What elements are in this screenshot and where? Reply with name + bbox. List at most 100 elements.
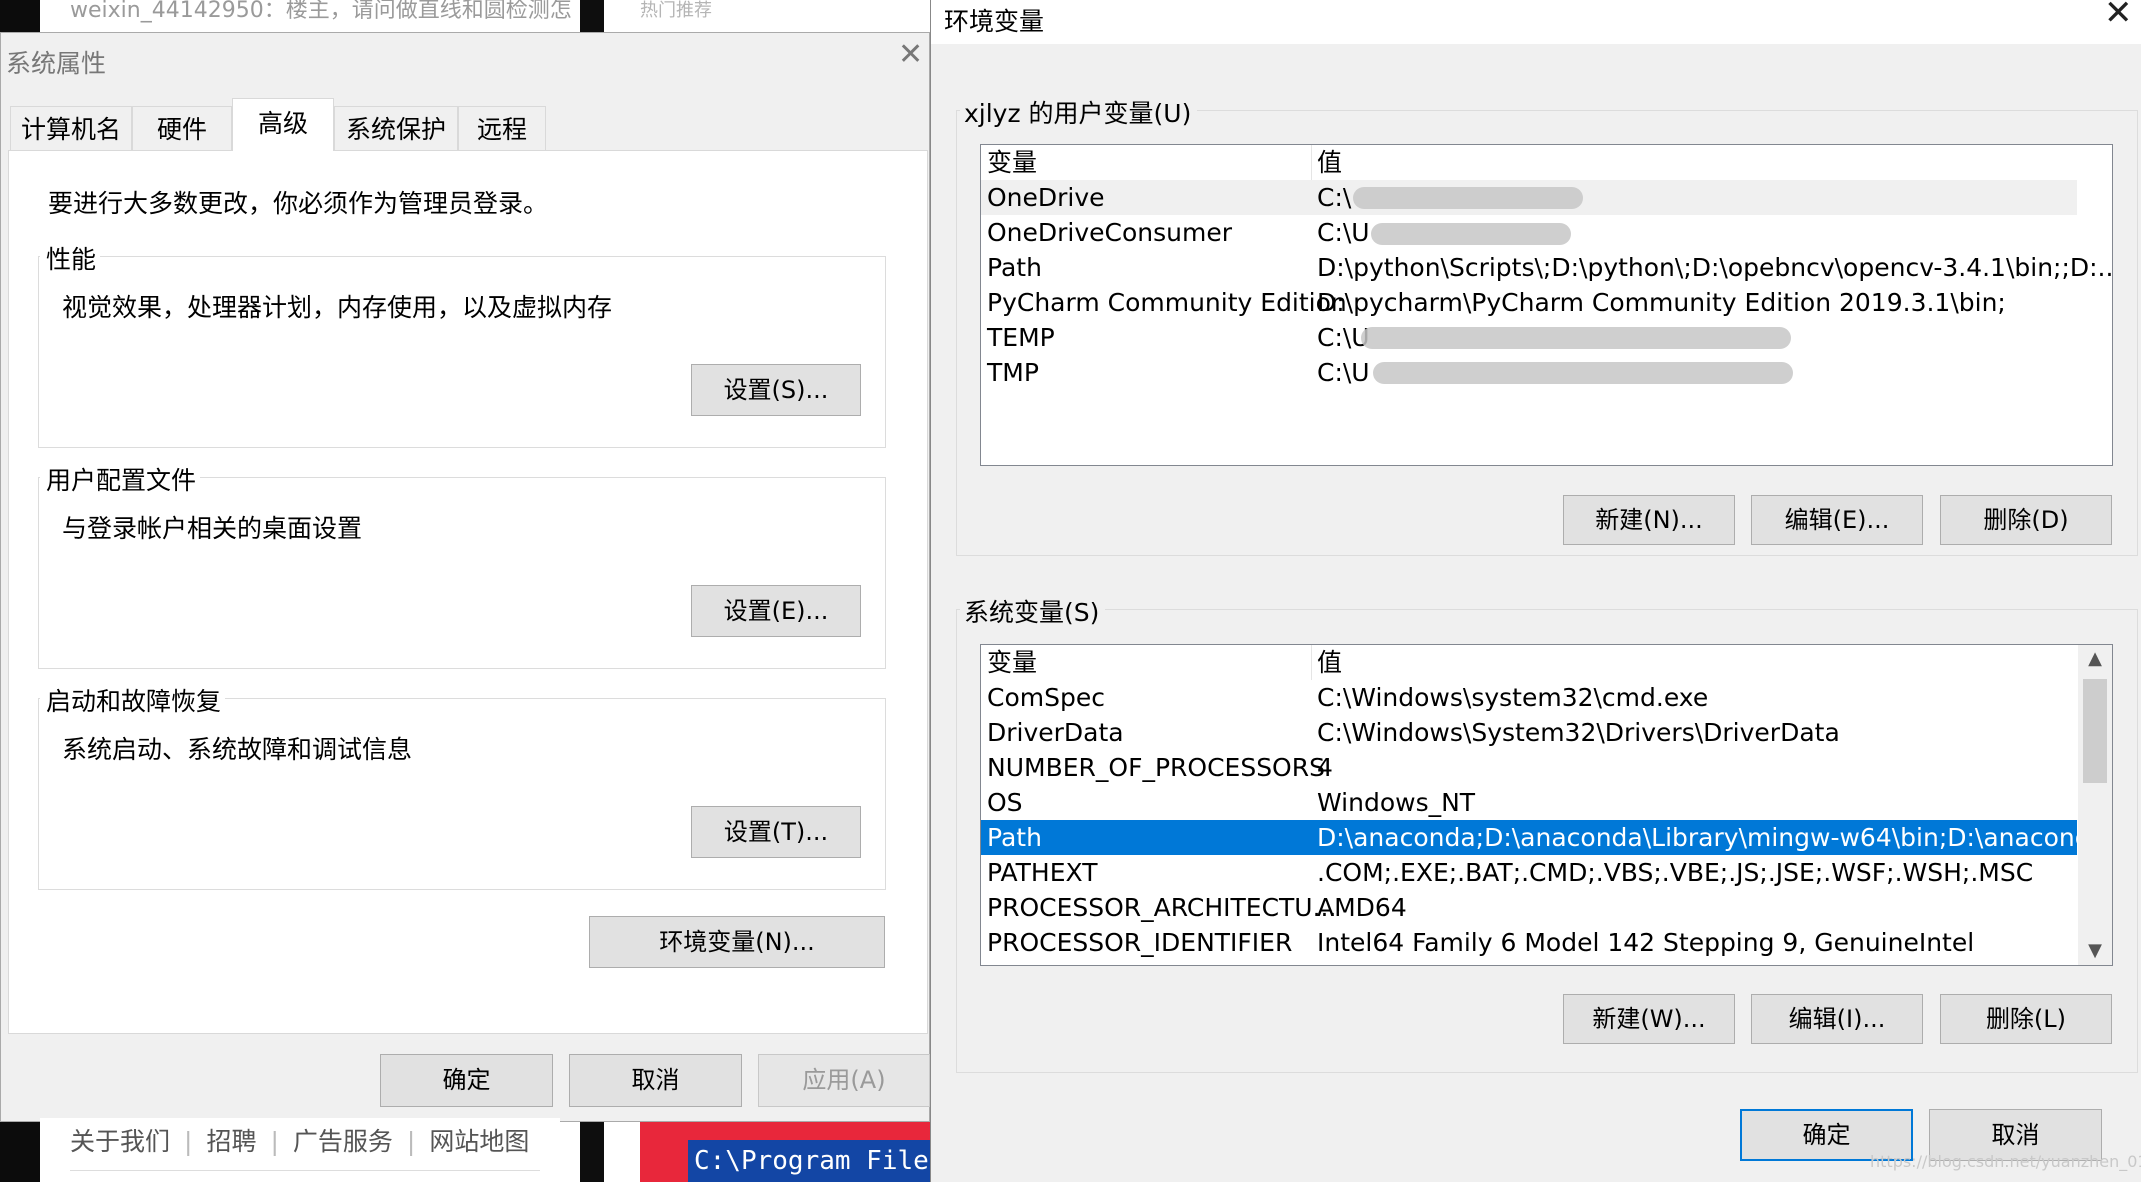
variable-name: PyCharm Community Edition <box>987 285 1347 320</box>
list-item[interactable]: PATHEXT .COM;.EXE;.BAT;.CMD;.VBS;.VBE;.J… <box>981 855 2077 890</box>
list-item[interactable]: TMP C:\U <box>981 355 2077 390</box>
footer-link[interactable]: 关于我们 <box>70 1127 170 1156</box>
scroll-up-icon[interactable]: ▲ <box>2078 645 2112 673</box>
cancel-button[interactable]: 取消 <box>569 1054 742 1107</box>
footer-divider <box>70 1170 540 1171</box>
user-variables-list[interactable]: 变量 值 OneDrive C:\ OneDriveConsumer C:\U … <box>980 144 2113 466</box>
performance-group <box>38 256 886 448</box>
startup-recovery-settings-button[interactable]: 设置(T)... <box>691 806 861 858</box>
background-console-text: C:\Program Files\N <box>688 1140 948 1182</box>
variable-name: PATHEXT <box>987 855 1097 890</box>
system-variables-list[interactable]: 变量 值 ComSpec C:\Windows\system32\cmd.exe… <box>980 644 2113 966</box>
system-delete-button[interactable]: 删除(L) <box>1940 994 2112 1044</box>
user-delete-button[interactable]: 删除(D) <box>1940 495 2112 545</box>
list-header: 变量 值 <box>981 645 2077 680</box>
list-header: 变量 值 <box>981 145 2112 180</box>
footer-link[interactable]: 招聘 <box>206 1127 256 1156</box>
footer-links: 关于我们|招聘|广告服务|网站地图 <box>70 1122 529 1158</box>
column-header-name[interactable]: 变量 <box>987 645 1037 680</box>
variable-name: PROCESSOR_IDENTIFIER <box>987 925 1292 960</box>
variable-name: TMP <box>987 355 1039 390</box>
column-header-value[interactable]: 值 <box>1317 645 1342 680</box>
list-item[interactable]: PROCESSOR_ARCHITECTU... AMD64 <box>981 890 2077 925</box>
list-item-selected[interactable]: Path D:\anaconda;D:\anaconda\Library\min… <box>981 820 2077 855</box>
column-divider[interactable] <box>1311 145 1312 180</box>
redaction-blur <box>1373 362 1793 384</box>
group-label: 用户配置文件 <box>40 461 200 497</box>
background-footer: 关于我们|招聘|广告服务|网站地图 <box>40 1118 560 1182</box>
user-variables-label: xjlyz 的用户变量(U) <box>960 94 1197 130</box>
column-header-name[interactable]: 变量 <box>987 145 1037 180</box>
variable-value: C:\U <box>1317 215 1370 250</box>
variable-name: Path <box>987 820 1042 855</box>
user-profiles-settings-button[interactable]: 设置(E)... <box>691 585 861 637</box>
variable-name: ComSpec <box>987 680 1105 715</box>
variable-name: OS <box>987 785 1023 820</box>
dialog-title: 系统属性 <box>6 44 106 80</box>
list-item[interactable]: PROCESSOR_IDENTIFIER Intel64 Family 6 Mo… <box>981 925 2077 960</box>
variable-name: OneDrive <box>987 180 1105 215</box>
variable-name: TEMP <box>987 320 1055 355</box>
footer-link[interactable]: 网站地图 <box>429 1127 529 1156</box>
tab-computer-name[interactable]: 计算机名 <box>10 106 132 150</box>
list-item[interactable]: OS Windows_NT <box>981 785 2077 820</box>
redaction-blur <box>1353 187 1583 209</box>
list-item[interactable]: ComSpec C:\Windows\system32\cmd.exe <box>981 680 2077 715</box>
user-new-button[interactable]: 新建(N)... <box>1563 495 1735 545</box>
system-new-button[interactable]: 新建(W)... <box>1563 994 1735 1044</box>
environment-variables-button[interactable]: 环境变量(N)... <box>589 916 885 968</box>
group-description: 视觉效果，处理器计划，内存使用，以及虚拟内存 <box>62 288 612 324</box>
variable-value: D:\pycharm\PyCharm Community Edition 201… <box>1317 285 2006 320</box>
column-divider[interactable] <box>1311 645 1312 680</box>
variable-value: Intel64 Family 6 Model 142 Stepping 9, G… <box>1317 925 1974 960</box>
column-header-value[interactable]: 值 <box>1317 145 1342 180</box>
dialog-title: 环境变量 <box>944 2 1044 38</box>
variable-value: D:\anaconda;D:\anaconda\Library\mingw-w6… <box>1317 820 2113 855</box>
variable-value: .COM;.EXE;.BAT;.CMD;.VBS;.VBE;.JS;.JSE;.… <box>1317 855 2033 890</box>
tab-hardware[interactable]: 硬件 <box>132 106 232 150</box>
tab-system-protection[interactable]: 系统保护 <box>334 106 458 150</box>
list-item[interactable]: PyCharm Community Edition D:\pycharm\PyC… <box>981 285 2077 320</box>
variable-name: OneDriveConsumer <box>987 215 1232 250</box>
admin-notice: 要进行大多数更改，你必须作为管理员登录。 <box>48 184 548 220</box>
group-label: 性能 <box>40 240 100 276</box>
list-item[interactable]: Path D:\python\Scripts\;D:\python\;D:\op… <box>981 250 2077 285</box>
group-description: 与登录帐户相关的桌面设置 <box>62 509 362 545</box>
scrollbar-thumb[interactable] <box>2083 679 2107 783</box>
close-icon[interactable]: ✕ <box>898 40 923 70</box>
variable-value: C:\ <box>1317 180 1351 215</box>
variable-value: Windows_NT <box>1317 785 1475 820</box>
close-icon[interactable]: ✕ <box>2104 0 2133 30</box>
variable-value: 4 <box>1317 750 1333 785</box>
tab-advanced[interactable]: 高级 <box>232 98 334 151</box>
performance-settings-button[interactable]: 设置(S)... <box>691 364 861 416</box>
ok-button[interactable]: 确定 <box>380 1054 553 1107</box>
variable-name: DriverData <box>987 715 1124 750</box>
system-variables-label: 系统变量(S) <box>960 593 1105 629</box>
variable-value: D:\python\Scripts\;D:\python\;D:\opebncv… <box>1317 250 2113 285</box>
watermark: https://blog.csdn.net/yuanzhen_0128 <box>1870 1152 2141 1171</box>
vertical-scrollbar[interactable]: ▲ ▼ <box>2078 645 2112 965</box>
variable-value: C:\Windows\system32\cmd.exe <box>1317 680 1708 715</box>
footer-link[interactable]: 广告服务 <box>293 1127 393 1156</box>
apply-button[interactable]: 应用(A) <box>758 1054 930 1107</box>
variable-value: C:\Windows\System32\Drivers\DriverData <box>1317 715 1840 750</box>
list-item[interactable]: OneDriveConsumer C:\U <box>981 215 2077 250</box>
list-item[interactable]: OneDrive C:\ <box>981 180 2077 215</box>
redaction-blur <box>1361 327 1791 349</box>
tab-remote[interactable]: 远程 <box>458 106 546 150</box>
user-profiles-group <box>38 477 886 669</box>
startup-recovery-group <box>38 698 886 890</box>
scroll-down-icon[interactable]: ▼ <box>2078 937 2112 965</box>
variable-value: C:\U <box>1317 355 1370 390</box>
list-item[interactable]: TEMP C:\U <box>981 320 2077 355</box>
list-item[interactable]: NUMBER_OF_PROCESSORS 4 <box>981 750 2077 785</box>
redaction-blur <box>1371 223 1571 245</box>
dialog-titlebar <box>931 0 2141 44</box>
system-edit-button[interactable]: 编辑(I)... <box>1751 994 1923 1044</box>
variable-value: AMD64 <box>1317 890 1407 925</box>
user-edit-button[interactable]: 编辑(E)... <box>1751 495 1923 545</box>
list-item[interactable]: DriverData C:\Windows\System32\Drivers\D… <box>981 715 2077 750</box>
group-description: 系统启动、系统故障和调试信息 <box>62 730 412 766</box>
group-label: 启动和故障恢复 <box>40 682 225 718</box>
